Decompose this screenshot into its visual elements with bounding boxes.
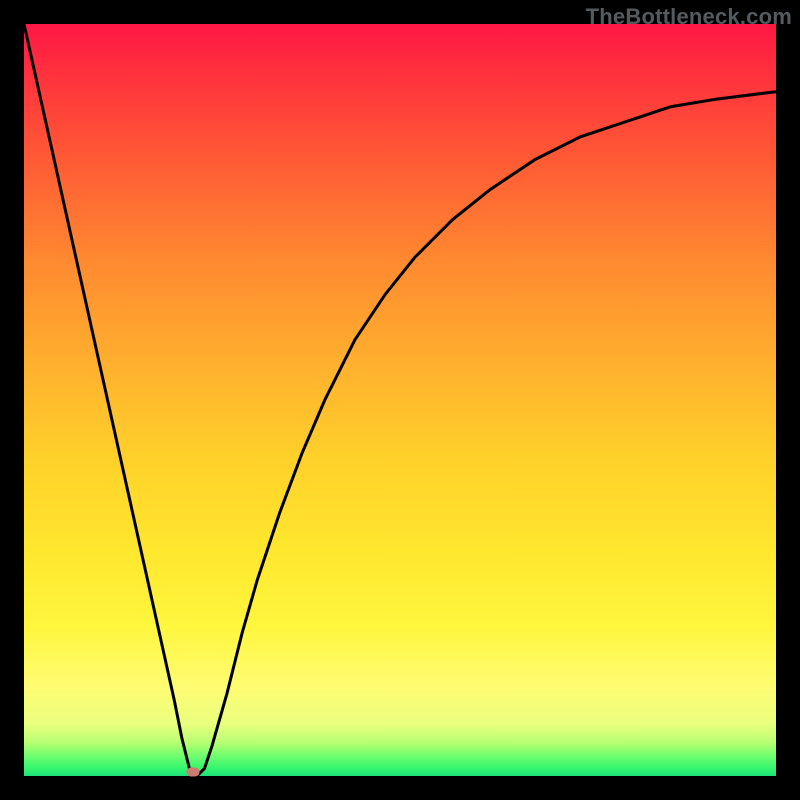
watermark-text: TheBottleneck.com bbox=[586, 4, 792, 30]
curve-path bbox=[24, 24, 776, 776]
plot-area bbox=[24, 24, 776, 776]
optimum-marker bbox=[187, 768, 200, 777]
chart-container: TheBottleneck.com bbox=[0, 0, 800, 800]
bottleneck-curve bbox=[24, 24, 776, 776]
